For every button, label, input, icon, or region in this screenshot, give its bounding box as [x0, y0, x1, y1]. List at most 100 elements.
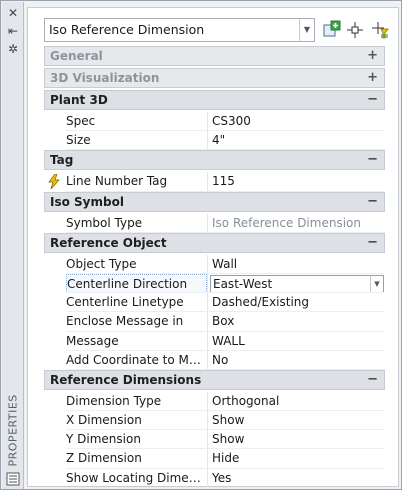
property-value[interactable]: Dashed/Existing: [210, 293, 385, 312]
property-label: Size: [66, 133, 91, 148]
row-divider: [66, 486, 385, 488]
property-label: Centerline Direction: [66, 273, 207, 293]
property-row[interactable]: Z Dimension Hide: [44, 449, 385, 469]
property-label: Message: [66, 333, 119, 348]
property-label: Dimension Type: [66, 393, 162, 408]
property-value[interactable]: Show: [210, 430, 385, 449]
expand-icon[interactable]: +: [367, 47, 378, 65]
property-value[interactable]: Box: [210, 312, 385, 331]
property-value-dropdown[interactable]: East-West ▼: [210, 274, 384, 293]
property-value[interactable]: CS300: [210, 112, 385, 131]
column-divider: [207, 293, 208, 313]
property-label: Line Number Tag: [66, 174, 168, 189]
category-header[interactable]: Iso Symbol −: [44, 191, 385, 212]
pickadd-icon: [323, 20, 341, 37]
property-row[interactable]: Symbol Type Iso Reference Dimension: [44, 213, 385, 233]
close-icon[interactable]: ✕: [6, 6, 20, 20]
palette-side-strip: ✕ ⇤ ✲ PROPERTIES: [2, 2, 24, 489]
column-divider: [207, 273, 208, 293]
auto-hide-icon[interactable]: ⇤: [6, 24, 20, 38]
selection-toolbar: Iso Reference Dimension ▼: [44, 18, 394, 42]
collapse-icon[interactable]: −: [367, 234, 378, 252]
quick-select-icon: [372, 22, 389, 39]
column-divider: [207, 350, 208, 370]
category-header[interactable]: Reference Object −: [44, 232, 385, 253]
column-divider: [207, 411, 208, 431]
column-divider: [207, 391, 208, 411]
property-label: Y Dimension: [66, 432, 141, 447]
collapse-icon[interactable]: −: [367, 91, 378, 109]
property-row[interactable]: Enclose Message in Box: [44, 312, 385, 332]
property-row[interactable]: Centerline Direction East-West ▼: [44, 273, 385, 294]
toggle-pickadd-button[interactable]: [322, 20, 342, 40]
category-name: Reference Dimensions: [50, 372, 202, 387]
properties-panel: Iso Reference Dimension ▼ General + 3D V…: [27, 7, 399, 488]
property-value: East-West: [213, 276, 273, 291]
property-grid: General +3D Visualization + Plant 3D − Spec CS…: [44, 46, 385, 488]
property-label: Symbol Type: [66, 215, 143, 230]
property-label: Enclose Message in: [66, 314, 184, 329]
property-value[interactable]: 4": [210, 131, 385, 150]
collapse-icon[interactable]: −: [367, 193, 378, 211]
property-row[interactable]: Centerline Linetype Dashed/Existing: [44, 293, 385, 313]
property-value[interactable]: WALL: [210, 332, 385, 351]
category-name: 3D Visualization: [50, 71, 160, 85]
property-label: Show Locating Dimensi...: [66, 470, 207, 485]
property-value[interactable]: Show: [210, 411, 385, 430]
property-row[interactable]: Line Number Tag 115: [44, 172, 385, 192]
properties-palette: ✕ ⇤ ✲ PROPERTIES Iso Reference Dimension…: [0, 0, 402, 490]
palette-menu-icon[interactable]: [6, 472, 20, 486]
property-value[interactable]: No: [210, 351, 385, 370]
property-label: Add Coordinate to Mes...: [66, 352, 207, 367]
property-label: X Dimension: [66, 413, 142, 428]
settings-icon[interactable]: ✲: [6, 42, 20, 56]
property-value[interactable]: Hide: [210, 449, 385, 468]
property-value[interactable]: Yes: [210, 469, 385, 488]
category-header[interactable]: General +: [44, 46, 385, 66]
column-divider: [207, 449, 208, 469]
expand-icon[interactable]: +: [367, 69, 378, 87]
property-row[interactable]: Y Dimension Show: [44, 430, 385, 450]
property-value[interactable]: 115: [210, 172, 385, 191]
column-divider: [207, 312, 208, 332]
column-divider: [207, 112, 208, 131]
column-divider: [207, 331, 208, 351]
column-divider: [207, 430, 208, 450]
property-row[interactable]: Object Type Wall: [44, 254, 385, 274]
category-header[interactable]: 3D Visualization +: [44, 68, 385, 88]
property-row[interactable]: Message WALL: [44, 331, 385, 351]
column-divider: [207, 172, 208, 192]
property-value[interactable]: Orthogonal: [210, 392, 385, 411]
column-divider: [207, 254, 208, 274]
property-value[interactable]: Wall: [210, 255, 385, 274]
object-type-select[interactable]: Iso Reference Dimension ▼: [44, 18, 315, 42]
property-value: Iso Reference Dimension: [212, 215, 361, 230]
chevron-down-icon[interactable]: ▼: [299, 19, 314, 41]
property-row[interactable]: Show Locating Dimensi... Yes: [44, 468, 385, 488]
quick-select-button[interactable]: [370, 20, 390, 40]
category-header[interactable]: Reference Dimensions −: [44, 369, 385, 390]
category-header[interactable]: Plant 3D −: [44, 90, 385, 110]
property-row[interactable]: Add Coordinate to Mes... No: [44, 350, 385, 370]
category-name: Plant 3D: [50, 93, 108, 107]
property-label: Spec: [66, 114, 96, 128]
category-header[interactable]: Tag −: [44, 150, 385, 171]
column-divider: [207, 131, 208, 151]
crosshair-icon: [347, 22, 363, 38]
property-label: Z Dimension: [66, 451, 142, 466]
property-row[interactable]: X Dimension Show: [44, 411, 385, 431]
chevron-down-icon[interactable]: ▼: [370, 275, 383, 292]
lightning-icon: [48, 174, 60, 190]
property-row[interactable]: Size 4": [44, 131, 385, 151]
category-name: General: [50, 49, 103, 63]
property-row[interactable]: Spec CS300: [44, 112, 385, 132]
collapse-icon[interactable]: −: [367, 371, 378, 389]
category-name: Iso Symbol: [50, 194, 124, 209]
collapse-icon[interactable]: −: [367, 151, 378, 169]
select-objects-button[interactable]: [345, 20, 365, 40]
column-divider: [207, 213, 208, 233]
category-name: Reference Object: [50, 235, 167, 250]
property-label: Centerline Linetype: [66, 295, 184, 310]
palette-title: PROPERTIES: [6, 394, 20, 467]
property-row[interactable]: Dimension Type Orthogonal: [44, 391, 385, 412]
